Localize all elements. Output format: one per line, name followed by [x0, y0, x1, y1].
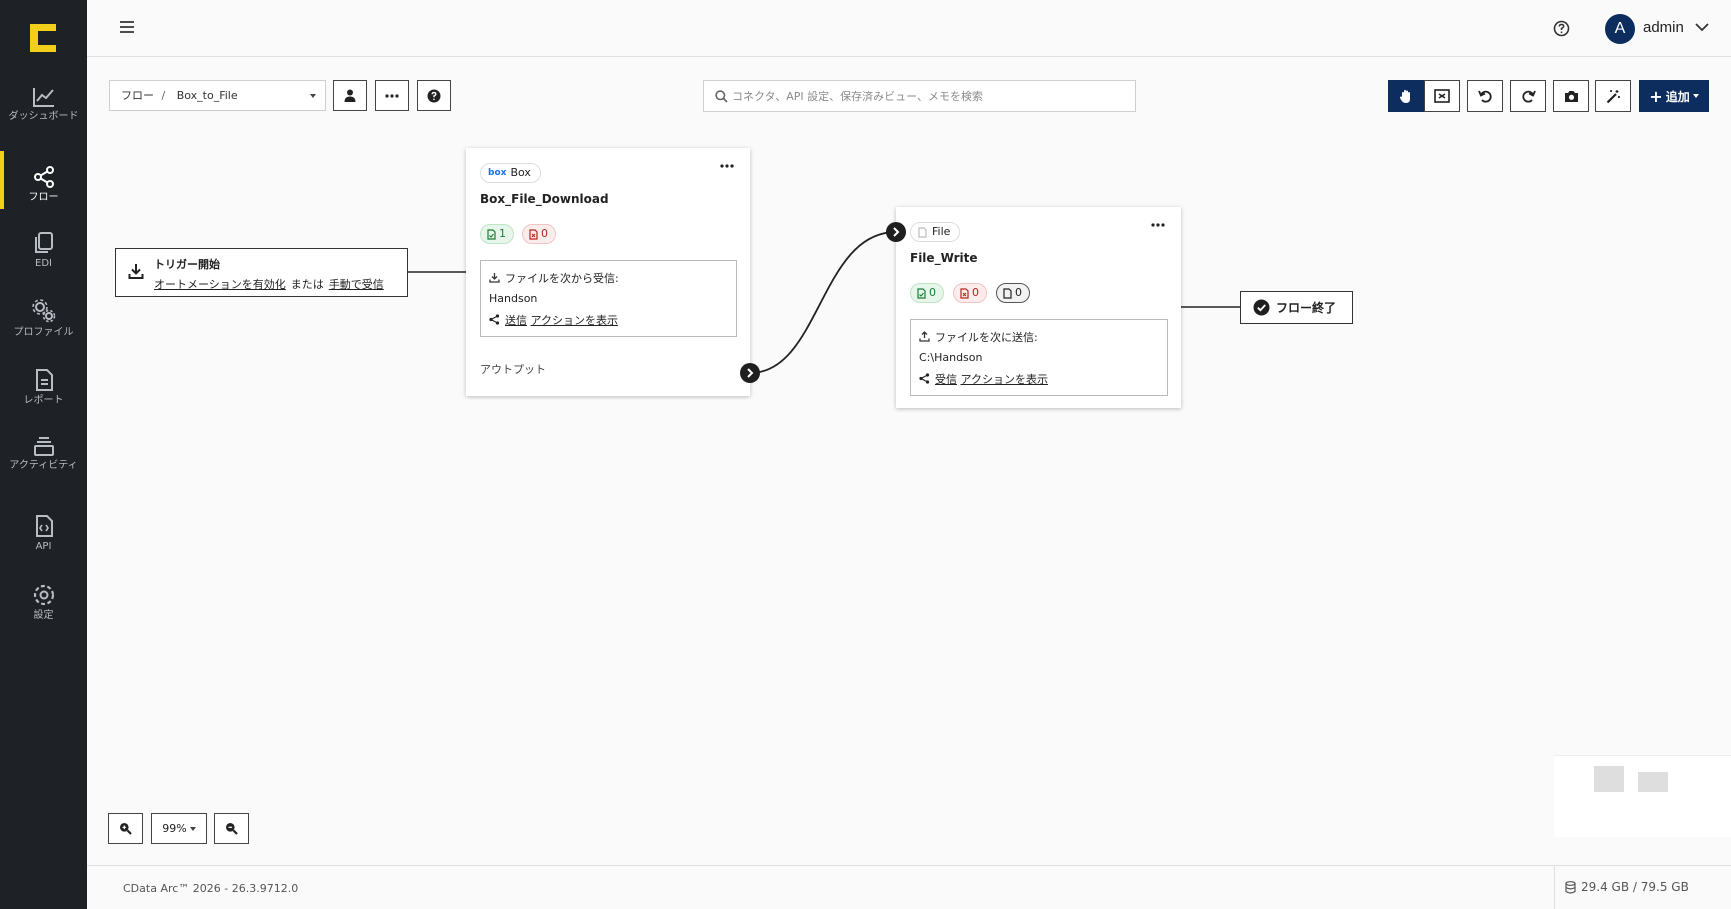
- file-check-icon: [917, 287, 926, 299]
- pending-count-badge[interactable]: 0: [996, 283, 1030, 303]
- database-icon: [1565, 880, 1576, 894]
- download-icon: [128, 264, 144, 279]
- trigger-start-node[interactable]: トリガー開始 オートメーションを有効化 または 手動で受信: [115, 248, 408, 297]
- upload-icon: [919, 331, 930, 342]
- file-check-icon: [487, 228, 496, 240]
- check-circle-icon: [1253, 299, 1270, 316]
- chevron-right-icon: [893, 227, 900, 237]
- node-title[interactable]: Box_File_Download: [480, 192, 609, 206]
- canvas-minimap[interactable]: [1554, 755, 1731, 837]
- zoom-level-value: 99%: [162, 822, 187, 835]
- output-port[interactable]: [740, 363, 760, 383]
- zoom-out-button[interactable]: [214, 813, 249, 844]
- success-count: 0: [929, 286, 936, 299]
- footer: CData Arc™ 2026 - 26.3.9712.0 29.4 GB / …: [87, 865, 1731, 909]
- zoom-out-icon: [226, 823, 238, 835]
- minimap-node: [1594, 766, 1624, 792]
- pending-count: 0: [1015, 286, 1022, 299]
- connector-type-label: Box: [510, 166, 531, 179]
- flow-connections: [408, 231, 1240, 374]
- node-settings-box: ファイルを次に送信: C:\Handson 受信 アクションを表示: [910, 319, 1168, 396]
- file-icon: [918, 226, 927, 238]
- show-actions-link[interactable]: アクションを表示: [961, 371, 1048, 387]
- connector-type-chip: File: [910, 222, 961, 242]
- connector-node-box[interactable]: box Box Box_File_Download 1 0 ファイルを次から受信…: [466, 148, 760, 396]
- show-actions-link[interactable]: アクションを表示: [531, 312, 618, 328]
- zoom-in-button[interactable]: [108, 813, 143, 844]
- output-label: アウトプット: [480, 363, 546, 376]
- error-count-badge[interactable]: 0: [522, 224, 556, 244]
- chevron-right-icon: [747, 368, 754, 378]
- share-nodes-icon: [919, 373, 930, 384]
- trigger-title: トリガー開始: [154, 258, 220, 271]
- version-text: CData Arc™ 2026 - 26.3.9712.0: [123, 882, 299, 895]
- direction-label: ファイルを次に送信:: [935, 330, 1038, 344]
- storage-usage: 29.4 GB / 79.5 GB: [1565, 880, 1689, 894]
- zoom-level-select[interactable]: 99%: [151, 813, 207, 844]
- file-error-icon: [529, 228, 538, 240]
- manual-receive-link[interactable]: 手動で受信: [329, 278, 384, 291]
- error-count: 0: [541, 227, 548, 240]
- send-link[interactable]: 送信: [505, 312, 527, 328]
- connector-node-file[interactable]: File File_Write 0 0 0 ファイルを次に送信: C:\Hand…: [886, 207, 1181, 408]
- success-count: 1: [499, 227, 506, 240]
- file-error-icon: [960, 287, 969, 299]
- trigger-or-text: または: [290, 278, 324, 291]
- input-port[interactable]: [886, 222, 906, 242]
- flow-end-node[interactable]: フロー終了: [1240, 291, 1353, 324]
- node-settings-box: ファイルを次から受信: Handson 送信 アクションを表示: [480, 260, 737, 337]
- direction-label: ファイルを次から受信:: [505, 271, 619, 285]
- connector-type-label: File: [932, 225, 951, 238]
- box-to-file-connector: [749, 231, 897, 374]
- error-count-badge[interactable]: 0: [953, 283, 987, 303]
- connector-type-chip: box Box: [480, 163, 541, 183]
- file-icon: [1003, 287, 1012, 299]
- storage-text: 29.4 GB / 79.5 GB: [1581, 880, 1689, 894]
- enable-automation-link[interactable]: オートメーションを有効化: [154, 278, 286, 291]
- node-title[interactable]: File_Write: [910, 251, 978, 265]
- flow-end-label: フロー終了: [1276, 301, 1337, 315]
- error-count: 0: [972, 286, 979, 299]
- caret-down-icon: [189, 826, 196, 831]
- folder-path: C:\Handson: [919, 351, 983, 364]
- minimap-node: [1638, 772, 1668, 792]
- node-more-icon[interactable]: [720, 164, 734, 168]
- folder-path: Handson: [489, 292, 538, 305]
- success-count-badge[interactable]: 1: [480, 224, 514, 244]
- success-count-badge[interactable]: 0: [910, 283, 944, 303]
- node-more-icon[interactable]: [1151, 223, 1165, 227]
- zoom-in-icon: [120, 823, 132, 835]
- share-nodes-icon: [489, 314, 500, 325]
- download-icon: [489, 273, 500, 283]
- footer-divider: [1554, 866, 1555, 909]
- box-brand-icon: box: [488, 168, 507, 178]
- receive-link[interactable]: 受信: [935, 371, 957, 387]
